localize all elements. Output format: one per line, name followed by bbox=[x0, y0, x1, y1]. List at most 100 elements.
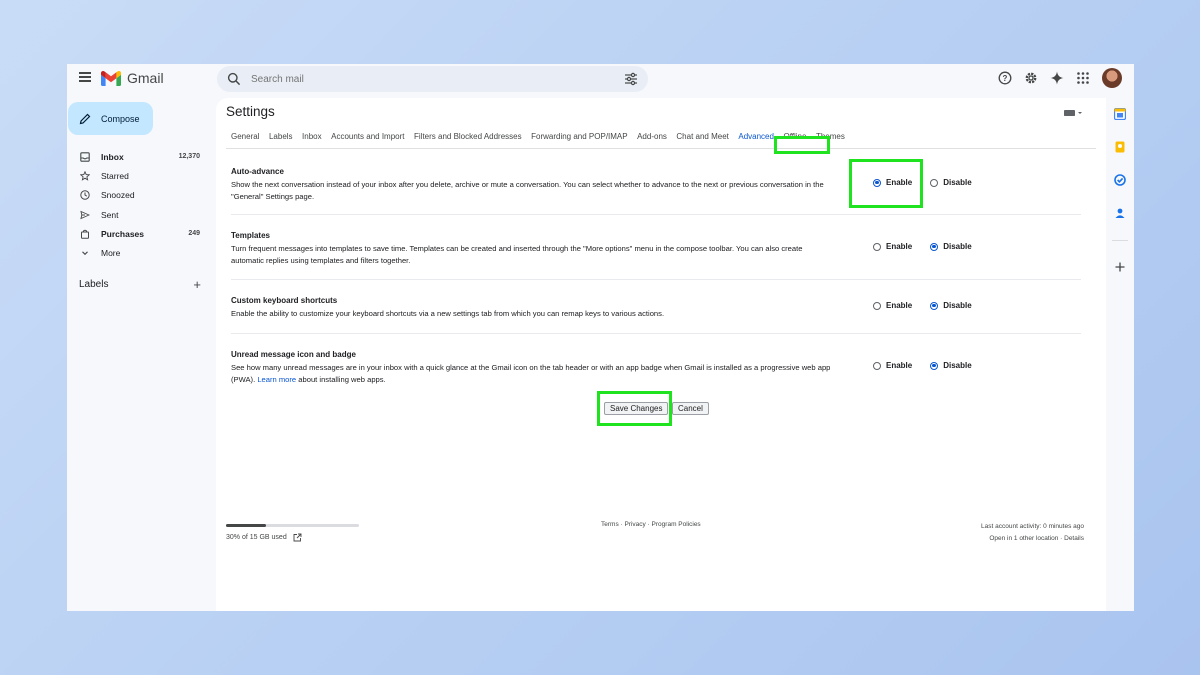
tab-add-ons[interactable]: Add-ons bbox=[637, 132, 667, 141]
labels-title: Labels bbox=[79, 279, 109, 290]
tab-filters-and-blocked-addresses[interactable]: Filters and Blocked Addresses bbox=[414, 132, 522, 141]
gmail-logo[interactable]: Gmail bbox=[101, 70, 164, 86]
learn-more-link[interactable]: Learn more bbox=[257, 375, 296, 384]
setting-description: Show the next conversation instead of yo… bbox=[231, 180, 824, 201]
sidebar-item-inbox[interactable]: Inbox 12,370 bbox=[67, 147, 215, 166]
sidebar-item-starred[interactable]: Starred bbox=[67, 166, 215, 185]
templates-enable-option[interactable]: Enable bbox=[873, 242, 912, 251]
keyboard-dropdown-icon[interactable] bbox=[1064, 109, 1082, 117]
clock-icon bbox=[80, 190, 90, 200]
add-label-icon[interactable]: + bbox=[193, 277, 201, 292]
page-title: Settings bbox=[226, 104, 275, 119]
sidebar-nav: Inbox 12,370 Starred Snoozed Sent Purcha… bbox=[67, 147, 215, 263]
setting-description: Enable the ability to customize your key… bbox=[231, 309, 665, 318]
search-icon[interactable] bbox=[227, 72, 241, 86]
option-label: Disable bbox=[943, 242, 972, 251]
auto-advance-disable-radio[interactable] bbox=[930, 178, 939, 187]
search-input[interactable] bbox=[251, 73, 591, 85]
bag-icon bbox=[80, 229, 90, 239]
badge-enable-option[interactable]: Enable bbox=[873, 361, 912, 370]
add-addon-icon[interactable] bbox=[1114, 261, 1126, 273]
tasks-icon[interactable] bbox=[1114, 174, 1126, 186]
shortcuts-disable-option[interactable]: Disable bbox=[930, 301, 972, 310]
send-icon bbox=[80, 210, 90, 220]
setting-title: Auto-advance bbox=[231, 167, 284, 176]
account-activity: Last account activity: 0 minutes ago Ope… bbox=[981, 521, 1084, 545]
auto-advance-enable-option[interactable]: Enable bbox=[873, 178, 912, 187]
templates-enable-radio[interactable] bbox=[873, 242, 881, 251]
calendar-icon[interactable] bbox=[1114, 108, 1126, 120]
cancel-button[interactable]: Cancel bbox=[672, 402, 709, 415]
settings-tabs: General Labels Inbox Accounts and Import… bbox=[231, 132, 854, 141]
gemini-sparkle-icon[interactable] bbox=[1050, 71, 1064, 85]
chevron-down-icon bbox=[80, 248, 90, 258]
setting-title: Unread message icon and badge bbox=[231, 350, 356, 359]
option-label: Enable bbox=[886, 301, 913, 310]
auto-advance-enable-radio[interactable] bbox=[873, 178, 881, 187]
svg-text:?: ? bbox=[1003, 74, 1008, 83]
shortcuts-disable-radio[interactable] bbox=[930, 301, 939, 310]
tab-forwarding-and-pop-imap[interactable]: Forwarding and POP/IMAP bbox=[531, 132, 627, 141]
open-external-icon[interactable] bbox=[293, 533, 302, 542]
footer-links[interactable]: Terms · Privacy · Program Policies bbox=[601, 521, 701, 528]
tab-chat-and-meet[interactable]: Chat and Meet bbox=[676, 132, 728, 141]
apps-grid-icon[interactable] bbox=[1076, 71, 1090, 85]
storage-info[interactable]: 30% of 15 GB used bbox=[226, 533, 302, 542]
help-icon[interactable]: ? bbox=[998, 71, 1012, 85]
top-bar: Gmail ? bbox=[67, 64, 1134, 92]
row-divider bbox=[231, 214, 1081, 215]
gear-icon[interactable] bbox=[1024, 71, 1038, 85]
avatar[interactable] bbox=[1102, 68, 1122, 88]
setting-row-templates: Templates Turn frequent messages into te… bbox=[231, 231, 1081, 266]
activity-details-link[interactable]: Open in 1 other location · Details bbox=[981, 533, 1084, 545]
badge-enable-radio[interactable] bbox=[873, 361, 881, 370]
row-divider bbox=[231, 279, 1081, 280]
sidebar-item-sent[interactable]: Sent bbox=[67, 205, 215, 224]
side-panel-rail bbox=[1106, 98, 1134, 611]
compose-button[interactable]: Compose bbox=[68, 102, 153, 135]
tab-offline[interactable]: Offline bbox=[783, 132, 806, 141]
sidebar-item-more[interactable]: More bbox=[67, 243, 215, 262]
auto-advance-disable-option[interactable]: Disable bbox=[930, 178, 972, 187]
tab-general[interactable]: General bbox=[231, 132, 259, 141]
tab-themes[interactable]: Themes bbox=[816, 132, 845, 141]
storage-text: 30% of 15 GB used bbox=[226, 534, 287, 541]
shortcuts-enable-option[interactable]: Enable bbox=[873, 301, 912, 310]
gmail-window: Gmail ? Compose Inbox 12,370 bbox=[67, 64, 1134, 611]
setting-options: Enable Disable bbox=[873, 301, 990, 310]
tab-inbox[interactable]: Inbox bbox=[302, 132, 322, 141]
shortcuts-enable-radio[interactable] bbox=[873, 301, 881, 310]
save-changes-button[interactable]: Save Changes bbox=[604, 402, 669, 415]
setting-options: Enable Disable bbox=[873, 361, 990, 370]
tab-advanced[interactable]: Advanced bbox=[738, 132, 774, 141]
setting-options: Enable Disable bbox=[873, 178, 990, 187]
tab-labels[interactable]: Labels bbox=[269, 132, 293, 141]
tabs-divider bbox=[226, 148, 1096, 149]
search-bar[interactable] bbox=[217, 66, 648, 92]
option-label: Disable bbox=[943, 178, 972, 187]
option-label: Enable bbox=[886, 361, 913, 370]
sidebar-item-purchases[interactable]: Purchases 249 bbox=[67, 224, 215, 243]
keep-icon[interactable] bbox=[1114, 141, 1126, 153]
main-menu-icon[interactable] bbox=[79, 72, 91, 82]
search-options-icon[interactable] bbox=[624, 72, 638, 86]
templates-disable-option[interactable]: Disable bbox=[930, 242, 972, 251]
setting-row-unread-badge: Unread message icon and badge See how ma… bbox=[231, 350, 1081, 385]
templates-disable-radio[interactable] bbox=[930, 242, 939, 251]
sidebar-item-count: 12,370 bbox=[178, 153, 200, 161]
sidebar-item-label: More bbox=[101, 248, 121, 259]
header-actions: ? bbox=[998, 68, 1122, 88]
gmail-m-icon bbox=[101, 70, 121, 86]
sidebar-item-label: Starred bbox=[101, 170, 129, 181]
option-label: Disable bbox=[943, 301, 972, 310]
sidebar-item-label: Inbox bbox=[101, 151, 124, 162]
setting-title: Templates bbox=[231, 231, 270, 240]
contacts-icon[interactable] bbox=[1114, 207, 1126, 219]
badge-disable-option[interactable]: Disable bbox=[930, 361, 972, 370]
rail-divider bbox=[1112, 240, 1128, 241]
sidebar-item-snoozed[interactable]: Snoozed bbox=[67, 186, 215, 205]
tab-accounts-and-import[interactable]: Accounts and Import bbox=[331, 132, 404, 141]
setting-row-auto-advance: Auto-advance Show the next conversation … bbox=[231, 167, 1081, 202]
setting-description: Turn frequent messages into templates to… bbox=[231, 244, 803, 265]
badge-disable-radio[interactable] bbox=[930, 361, 939, 370]
